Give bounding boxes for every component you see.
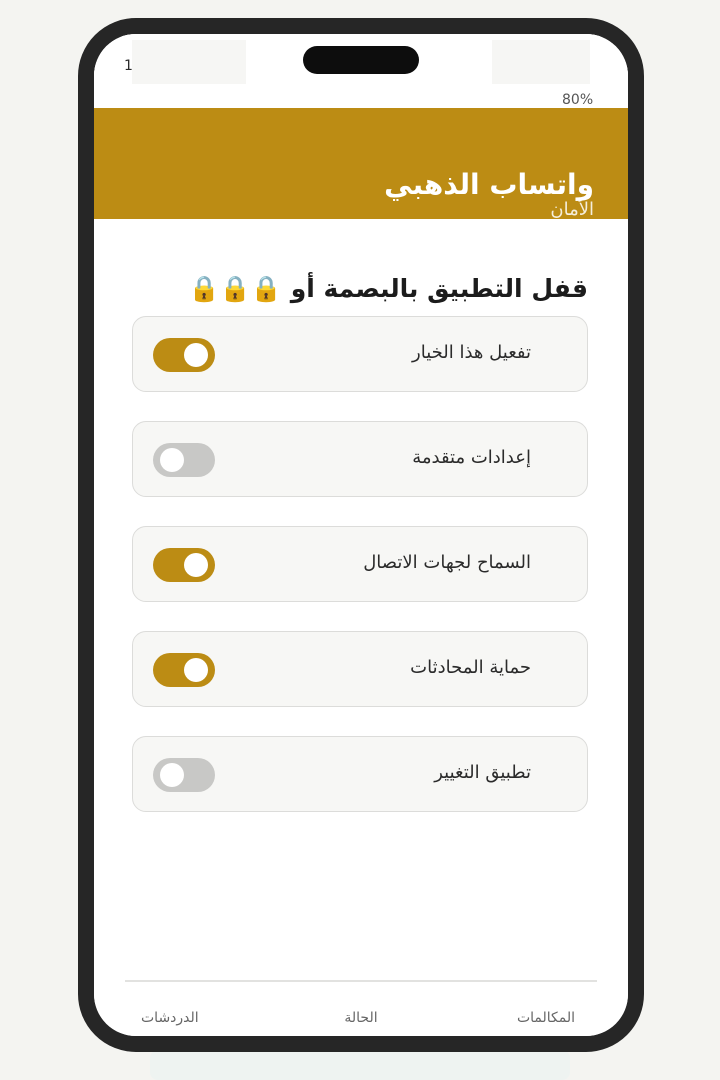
nav-item-chats[interactable]: الدردشات bbox=[141, 1010, 199, 1026]
enable-option-toggle[interactable] bbox=[153, 338, 215, 372]
settings-list: تفعيل هذا الخيار إعدادات متقدمة السماح ل… bbox=[132, 316, 588, 841]
toggle-knob bbox=[184, 658, 208, 682]
phone-frame: 1 80% واتساب الذهبي الأمان قفل التطبيق ب… bbox=[78, 18, 644, 1052]
setting-label: تطبيق التغيير bbox=[434, 762, 531, 783]
app-subtitle: الأمان bbox=[550, 199, 594, 219]
status-bar: 1 80% bbox=[94, 34, 628, 108]
status-placeholder-left bbox=[132, 40, 246, 84]
floor-shadow bbox=[150, 1050, 570, 1080]
setting-item-apply-change[interactable]: تطبيق التغيير bbox=[132, 736, 588, 812]
setting-item-allow-contacts[interactable]: السماح لجهات الاتصال bbox=[132, 526, 588, 602]
stage: 1 80% واتساب الذهبي الأمان قفل التطبيق ب… bbox=[0, 0, 720, 1080]
app-header: واتساب الذهبي الأمان bbox=[94, 108, 628, 219]
setting-item-protect-chats[interactable]: حماية المحادثات bbox=[132, 631, 588, 707]
allow-contacts-toggle[interactable] bbox=[153, 548, 215, 582]
advanced-settings-toggle[interactable] bbox=[153, 443, 215, 477]
setting-label: السماح لجهات الاتصال bbox=[363, 552, 531, 573]
phone-screen: 1 80% واتساب الذهبي الأمان قفل التطبيق ب… bbox=[94, 34, 628, 1036]
toggle-knob bbox=[160, 448, 184, 472]
status-battery: 80% bbox=[562, 92, 594, 108]
apply-change-toggle[interactable] bbox=[153, 758, 215, 792]
setting-label: تفعيل هذا الخيار bbox=[412, 342, 531, 363]
section-title: قفل التطبيق بالبصمة أو 🔒🔒🔒 bbox=[188, 274, 588, 303]
bottom-nav: المكالمات الحالة الدردشات bbox=[125, 980, 597, 1036]
toggle-knob bbox=[184, 343, 208, 367]
app-title: واتساب الذهبي bbox=[384, 168, 594, 201]
setting-label: إعدادات متقدمة bbox=[412, 447, 531, 468]
toggle-knob bbox=[160, 763, 184, 787]
protect-chats-toggle[interactable] bbox=[153, 653, 215, 687]
status-placeholder-right bbox=[492, 40, 590, 84]
setting-label: حماية المحادثات bbox=[410, 657, 531, 678]
status-time: 1 bbox=[124, 58, 133, 74]
setting-item-enable-option[interactable]: تفعيل هذا الخيار bbox=[132, 316, 588, 392]
toggle-knob bbox=[184, 553, 208, 577]
dynamic-island bbox=[303, 46, 419, 74]
setting-item-advanced-settings[interactable]: إعدادات متقدمة bbox=[132, 421, 588, 497]
